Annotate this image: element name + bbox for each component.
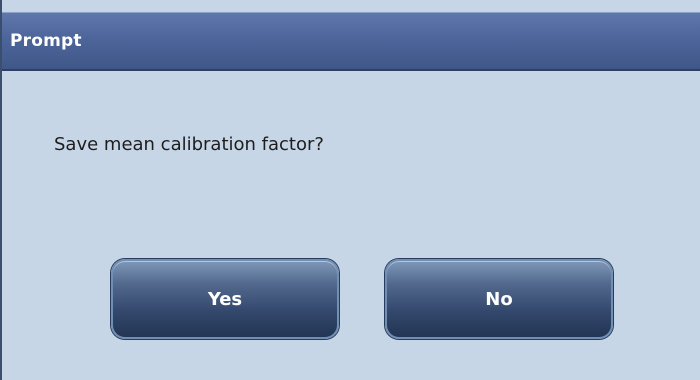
yes-button[interactable]: Yes: [111, 259, 339, 339]
dialog-titlebar: Prompt: [2, 12, 700, 71]
no-button[interactable]: No: [385, 259, 613, 339]
dialog-message: Save mean calibration factor?: [54, 134, 324, 155]
dialog-title: Prompt: [10, 31, 82, 51]
yes-button-label: Yes: [207, 288, 243, 310]
prompt-dialog: Prompt Save mean calibration factor? Yes…: [0, 0, 700, 380]
no-button-label: No: [485, 288, 513, 310]
